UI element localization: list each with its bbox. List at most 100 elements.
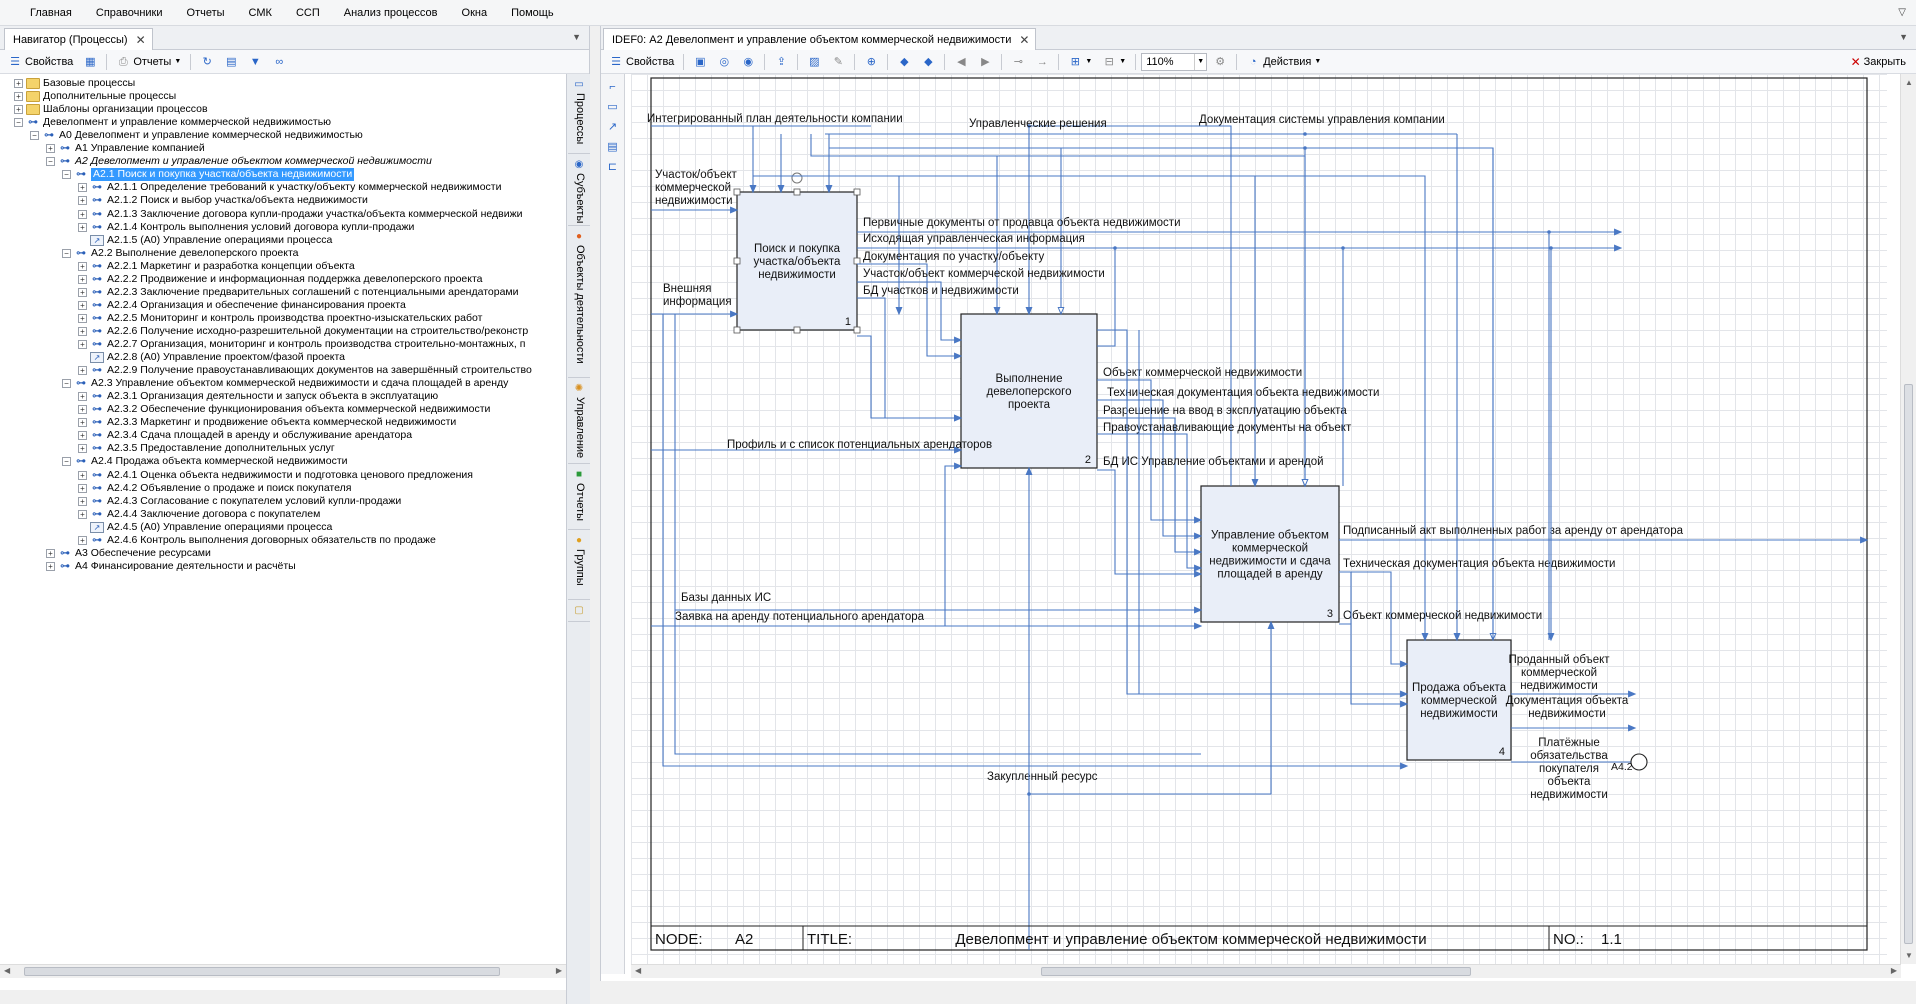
scroll-down-icon[interactable]: ▼ (1905, 951, 1913, 960)
expand-icon[interactable]: + (46, 561, 55, 571)
diagram-canvas[interactable]: Поиск и покупка участка/объекта недвижимос… (631, 74, 1887, 964)
scroll-right-icon[interactable]: ▶ (556, 966, 562, 975)
scroll-left-icon[interactable]: ◀ (4, 966, 10, 975)
tree-node[interactable]: − ⊶ А2 Девелопмент и управление объектом к… (46, 155, 432, 168)
tree-node[interactable]: + ⊶ А2.3.3 Маркетинг и продвижение объекта… (78, 416, 456, 429)
tree-node[interactable]: + ⊶ А2.4.2 Объявление о продаже и поиск по… (78, 482, 351, 495)
brush-button[interactable]: ✎ (827, 52, 849, 72)
tab-idef0-diagram[interactable]: IDEF0: А2 Девелопмент и управление объек… (603, 28, 1037, 50)
expand-icon[interactable]: + (78, 183, 87, 193)
layout-button[interactable]: ⊞ ▼ (1064, 52, 1096, 72)
expand-icon[interactable]: + (78, 261, 87, 271)
align-button[interactable]: ⊟ ▼ (1098, 52, 1130, 72)
close-icon[interactable]: ✕ (136, 30, 146, 50)
tab-navigator[interactable]: Навигатор (Процессы) ✕ (4, 28, 153, 50)
expand-icon[interactable]: + (46, 144, 55, 154)
tree-node[interactable]: + ⊶ А2.3.1 Организация деятельности и запу… (78, 390, 438, 403)
menu-item[interactable]: СМК (237, 0, 284, 26)
text-tool-icon[interactable]: ▤ (606, 140, 620, 154)
expand-icon[interactable]: + (78, 313, 87, 323)
connect-button[interactable]: ⊸ (1007, 52, 1029, 72)
expand-icon[interactable]: + (78, 535, 87, 545)
actions-button[interactable]: ◔ Действия ▼ (1242, 52, 1325, 72)
expand-icon[interactable]: + (14, 105, 23, 115)
scrollbar-thumb[interactable] (1041, 967, 1471, 976)
menu-item[interactable]: ССП (284, 0, 332, 26)
menu-item[interactable]: Окна (450, 0, 500, 26)
scroll-right-icon[interactable]: ▶ (1891, 966, 1897, 975)
tree-node[interactable]: + ⊶ А2.4.1 Оценка объекта недвижимости и п… (78, 469, 473, 482)
collapse-icon[interactable]: − (62, 248, 71, 258)
image-button[interactable]: ▨ (803, 52, 825, 72)
expand-icon[interactable]: + (78, 209, 87, 219)
decompose-tool-icon[interactable]: ⊏ (606, 160, 620, 174)
settings-button[interactable]: ⚙ (1209, 52, 1231, 72)
close-button[interactable]: ✕ Закрыть (1851, 50, 1906, 74)
expand-icon[interactable]: + (78, 496, 87, 506)
menu-item[interactable]: Справочники (84, 0, 175, 26)
expand-icon[interactable]: + (78, 405, 87, 415)
expand-icon[interactable]: + (78, 470, 87, 480)
expand-icon[interactable]: + (78, 366, 87, 376)
scroll-left-icon[interactable]: ◀ (635, 966, 641, 975)
tree-node[interactable]: + ⊶ А2.2.4 Организация и обеспечение финан… (78, 299, 406, 312)
expand-icon[interactable]: + (78, 222, 87, 232)
expand-icon[interactable]: + (78, 287, 87, 297)
mode2-button[interactable]: ◉ (737, 52, 759, 72)
collapse-icon[interactable]: − (30, 131, 39, 141)
expand-icon[interactable]: + (78, 274, 87, 284)
side-tab[interactable]: ● Объекты деятельности (568, 228, 590, 378)
expand-icon[interactable]: + (78, 483, 87, 493)
side-tab[interactable]: ◉ Субъекты (568, 156, 590, 226)
navigate-button[interactable]: ⊕ (860, 52, 882, 72)
down-button[interactable]: ◆ (917, 52, 939, 72)
arrow-tool-button[interactable]: → (1031, 52, 1053, 72)
filter-button[interactable]: ▼ (244, 52, 266, 72)
diagram-horizontal-scrollbar[interactable]: ◀ ▶ (631, 964, 1901, 978)
tree-node[interactable]: + Базовые процессы (14, 77, 135, 90)
tree-node[interactable]: + ⊶ А2.3.2 Обеспечение функционирования об… (78, 403, 490, 416)
tree-node[interactable]: + ⊶ А2.3.5 Предоставление дополнительных у… (78, 442, 335, 455)
tree-node[interactable]: + ⊶ А2.1.2 Поиск и выбор участка/объекта н… (78, 194, 368, 207)
scroll-up-icon[interactable]: ▲ (1905, 78, 1913, 87)
tree-node[interactable]: + ⊶ А2.2.2 Продвижение и информационная по… (78, 273, 483, 286)
expand-icon[interactable]: + (14, 92, 23, 102)
tree-node[interactable]: + Дополнительные процессы (14, 90, 176, 103)
tree-node[interactable]: + ⊶ А2.2.7 Организация, мониторинг и контр… (78, 338, 525, 351)
arrow-tool-icon[interactable]: ↗ (606, 120, 620, 134)
collapse-icon[interactable]: − (14, 118, 23, 128)
save-button[interactable]: ▣ (689, 52, 711, 72)
scrollbar-thumb[interactable] (1904, 384, 1913, 944)
tree-node[interactable]: + ⊶ А1 Управление компанией (46, 142, 205, 155)
properties-button[interactable]: ☰ Свойства (4, 52, 77, 72)
mode-button[interactable]: ◎ (713, 52, 735, 72)
connector-tool-icon[interactable]: ⌐ (606, 80, 620, 94)
collapse-icon[interactable]: − (46, 157, 55, 167)
expand-icon[interactable]: + (78, 418, 87, 428)
tree-node[interactable]: − ⊶ А2.3 Управление объектом коммерческой … (62, 377, 508, 390)
link-button[interactable]: ∞ (268, 52, 290, 72)
tree-node[interactable]: + ⊶ А2.2.1 Маркетинг и разработка концепци… (78, 260, 355, 273)
tree-node[interactable]: ↗ А2.4.5 (А0) Управление операциями проце… (78, 521, 332, 534)
refresh-button[interactable]: ↻ (196, 52, 218, 72)
add-tab-icon[interactable]: ▢ (568, 602, 590, 622)
collapse-icon[interactable]: − (62, 170, 71, 180)
expand-icon[interactable]: + (78, 196, 87, 206)
tree-node[interactable]: − ⊶ А2.2 Выполнение девелоперского проекта (62, 247, 299, 260)
tree-node[interactable]: + ⊶ А2.4.4 Заключение договора с покупател… (78, 508, 320, 521)
expand-icon[interactable]: + (78, 300, 87, 310)
expand-icon[interactable]: + (14, 79, 23, 88)
collapse-icon[interactable]: − (62, 379, 71, 389)
export-button[interactable]: ▤ (220, 52, 242, 72)
tree-node[interactable]: + ⊶ А2.2.5 Мониторинг и контроль производс… (78, 312, 482, 325)
menu-item[interactable]: Помощь (499, 0, 566, 26)
dropdown-icon[interactable]: ▼ (572, 32, 581, 42)
tree-node[interactable]: + ⊶ А4 Финансирование деятельности и расчё… (46, 560, 296, 573)
tree-horizontal-scrollbar[interactable]: ◀ ▶ (0, 964, 566, 978)
side-tab[interactable]: ■ Отчеты (568, 466, 590, 530)
back-button[interactable]: ◀ (950, 52, 972, 72)
close-icon[interactable]: ✕ (1019, 30, 1029, 50)
view-button[interactable]: ▦ (79, 52, 101, 72)
tree-node[interactable]: + ⊶ А2.2.3 Заключение предварительных согл… (78, 286, 519, 299)
tree-node[interactable]: + ⊶ А2.4.3 Согласование с покупателем усло… (78, 495, 401, 508)
